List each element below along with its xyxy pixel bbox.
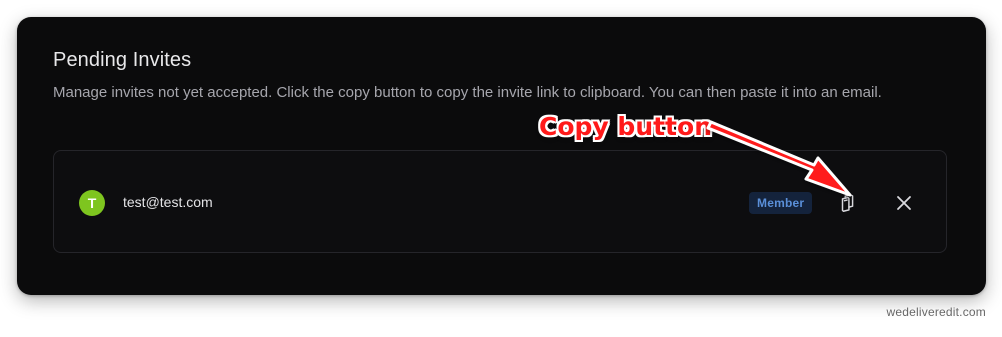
avatar: T bbox=[79, 190, 105, 216]
panel-title: Pending Invites bbox=[53, 49, 192, 71]
annotation-label: Copy button bbox=[539, 112, 712, 141]
invite-email: test@test.com bbox=[123, 194, 213, 210]
panel-description: Manage invites not yet accepted. Click t… bbox=[53, 84, 882, 101]
remove-invite-button[interactable] bbox=[892, 191, 916, 215]
annotation-arrow bbox=[706, 120, 852, 197]
close-icon bbox=[897, 196, 911, 210]
watermark: wedeliveredit.com bbox=[886, 305, 986, 319]
